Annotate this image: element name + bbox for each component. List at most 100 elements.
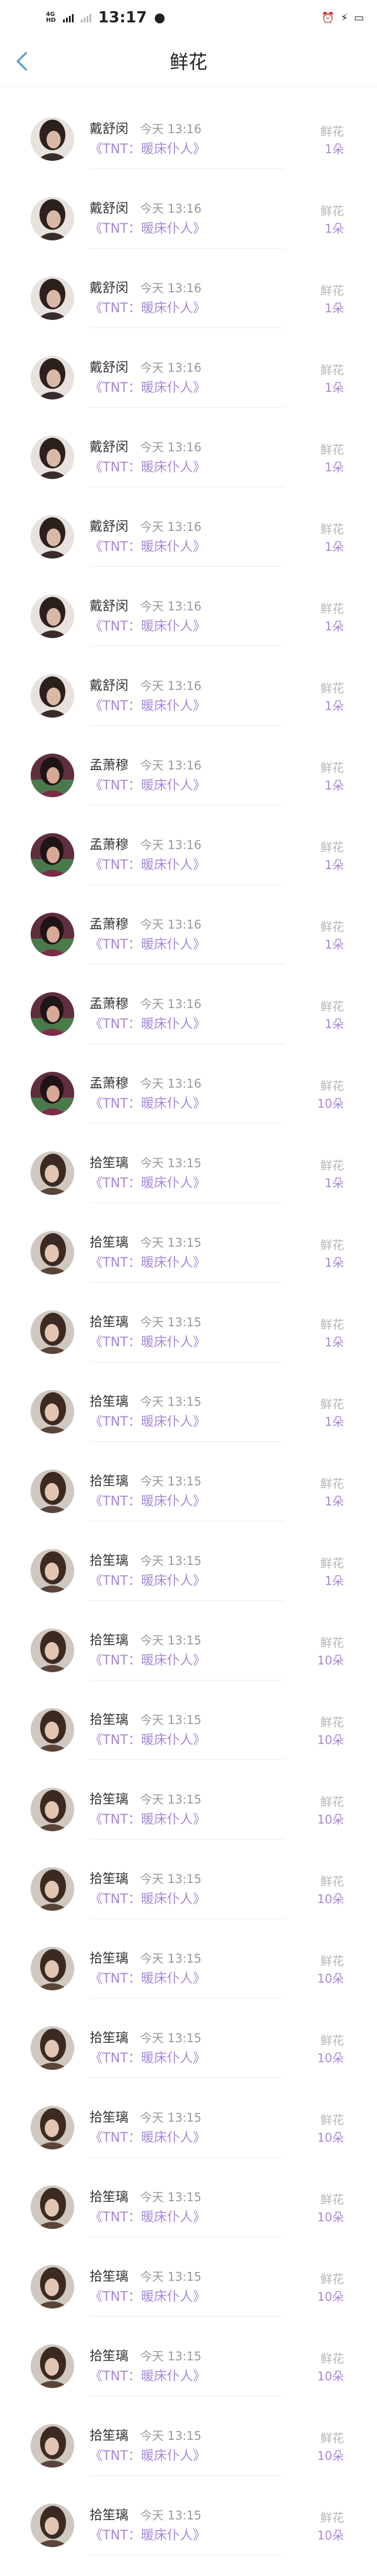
avatar[interactable]: [31, 1549, 74, 1593]
gift-record-row[interactable]: 拾笙璃 今天 13:15 《TNT：暖床仆人》 鲜花 10朵: [0, 2178, 377, 2258]
gift-count: 1朵: [325, 1494, 344, 1508]
gift-record-row[interactable]: 拾笙璃 今天 13:15 《TNT：暖床仆人》 鲜花 10朵: [0, 1940, 377, 2019]
work-title[interactable]: 《TNT：暖床仆人》: [90, 457, 206, 475]
work-title[interactable]: 《TNT：暖床仆人》: [90, 1809, 206, 1828]
work-title[interactable]: 《TNT：暖床仆人》: [90, 1729, 206, 1748]
gift-record-row[interactable]: 孟萧穆 今天 13:16 《TNT：暖床仆人》 鲜花 10朵: [0, 1065, 377, 1144]
gift-record-row[interactable]: 拾笙璃 今天 13:15 《TNT：暖床仆人》 鲜花 10朵: [0, 1701, 377, 1781]
work-title[interactable]: 《TNT：暖床仆人》: [90, 2525, 206, 2544]
work-title[interactable]: 《TNT：暖床仆人》: [90, 1570, 206, 1589]
avatar[interactable]: [31, 2344, 74, 2388]
work-title[interactable]: 《TNT：暖床仆人》: [90, 298, 206, 316]
work-title[interactable]: 《TNT：暖床仆人》: [90, 1968, 206, 1987]
work-title[interactable]: 《TNT：暖床仆人》: [90, 2366, 206, 2385]
work-title[interactable]: 《TNT：暖床仆人》: [90, 1411, 206, 1430]
avatar[interactable]: [31, 276, 74, 320]
work-title[interactable]: 《TNT：暖床仆人》: [90, 775, 206, 794]
avatar[interactable]: [31, 2504, 74, 2547]
sender-name: 拾笙璃: [90, 2429, 129, 2443]
gift-record-row[interactable]: 拾笙璃 今天 13:15 《TNT：暖床仆人》 鲜花 10朵: [0, 2417, 377, 2496]
work-title[interactable]: 《TNT：暖床仆人》: [90, 695, 206, 714]
avatar[interactable]: [31, 1151, 74, 1195]
avatar[interactable]: [31, 2265, 74, 2309]
avatar[interactable]: [31, 2185, 74, 2229]
avatar[interactable]: [31, 754, 74, 797]
gift-record-row[interactable]: 拾笙璃 今天 13:15 《TNT：暖床仆人》 鲜花 10朵: [0, 1781, 377, 1860]
work-title[interactable]: 《TNT：暖床仆人》: [90, 1888, 206, 1907]
work-title[interactable]: 《TNT：暖床仆人》: [90, 138, 206, 157]
work-title[interactable]: 《TNT：暖床仆人》: [90, 1650, 206, 1669]
work-title[interactable]: 《TNT：暖床仆人》: [90, 2207, 206, 2225]
gift-record-row[interactable]: 戴舒闵 今天 13:16 《TNT：暖床仆人》 鲜花 1朵: [0, 269, 377, 349]
work-title[interactable]: 《TNT：暖床仆人》: [90, 2127, 206, 2146]
work-title[interactable]: 《TNT：暖床仆人》: [90, 377, 206, 396]
avatar[interactable]: [31, 833, 74, 877]
gift-record-row[interactable]: 戴舒闵 今天 13:16 《TNT：暖床仆人》 鲜花 1朵: [0, 508, 377, 587]
gift-record-row[interactable]: 拾笙璃 今天 13:15 《TNT：暖床仆人》 鲜花 10朵: [0, 2496, 377, 2576]
gift-record-row[interactable]: 戴舒闵 今天 13:16 《TNT：暖床仆人》 鲜花 1朵: [0, 428, 377, 508]
gift-record-row[interactable]: 拾笙璃 今天 13:15 《TNT：暖床仆人》 鲜花 1朵: [0, 1462, 377, 1542]
avatar[interactable]: [31, 595, 74, 638]
work-title[interactable]: 《TNT：暖床仆人》: [90, 2445, 206, 2464]
avatar[interactable]: [31, 2424, 74, 2468]
sender-name: 拾笙璃: [90, 1474, 129, 1489]
avatar[interactable]: [31, 1788, 74, 1831]
gift-record-row[interactable]: 拾笙璃 今天 13:15 《TNT：暖床仆人》 鲜花 10朵: [0, 2019, 377, 2099]
gift-record-row[interactable]: 拾笙璃 今天 13:15 《TNT：暖床仆人》 鲜花 1朵: [0, 1144, 377, 1224]
gift-record-row[interactable]: 孟萧穆 今天 13:16 《TNT：暖床仆人》 鲜花 1朵: [0, 747, 377, 826]
avatar[interactable]: [31, 435, 74, 479]
gift-record-row[interactable]: 拾笙璃 今天 13:15 《TNT：暖床仆人》 鲜花 10朵: [0, 2099, 377, 2178]
gift-record-row[interactable]: 孟萧穆 今天 13:16 《TNT：暖床仆人》 鲜花 1朵: [0, 826, 377, 906]
gift-record-row[interactable]: 戴舒闵 今天 13:16 《TNT：暖床仆人》 鲜花 1朵: [0, 667, 377, 747]
gift-record-row[interactable]: 拾笙璃 今天 13:15 《TNT：暖床仆人》 鲜花 1朵: [0, 1303, 377, 1383]
work-title[interactable]: 《TNT：暖床仆人》: [90, 854, 206, 873]
gift-record-row[interactable]: 戴舒闵 今天 13:16 《TNT：暖床仆人》 鲜花 1朵: [0, 587, 377, 667]
avatar[interactable]: [31, 1072, 74, 1115]
back-chevron-icon[interactable]: [13, 51, 32, 72]
work-title[interactable]: 《TNT：暖床仆人》: [90, 2286, 206, 2305]
gift-record-row[interactable]: 拾笙璃 今天 13:15 《TNT：暖床仆人》 鲜花 1朵: [0, 1542, 377, 1621]
gift-record-row[interactable]: 拾笙璃 今天 13:15 《TNT：暖床仆人》 鲜花 1朵: [0, 1383, 377, 1462]
work-title[interactable]: 《TNT：暖床仆人》: [90, 1252, 206, 1271]
avatar[interactable]: [31, 117, 74, 161]
send-time: 今天 13:16: [140, 122, 201, 136]
avatar[interactable]: [31, 356, 74, 399]
gift-record-row[interactable]: 拾笙璃 今天 13:15 《TNT：暖床仆人》 鲜花 10朵: [0, 2337, 377, 2417]
gift-record-row[interactable]: 戴舒闵 今天 13:16 《TNT：暖床仆人》 鲜花 1朵: [0, 190, 377, 269]
avatar[interactable]: [31, 1629, 74, 1672]
gift-record-row[interactable]: 拾笙璃 今天 13:15 《TNT：暖床仆人》 鲜花 10朵: [0, 1860, 377, 1940]
avatar[interactable]: [31, 1867, 74, 1911]
work-title[interactable]: 《TNT：暖床仆人》: [90, 1013, 206, 1032]
avatar[interactable]: [31, 992, 74, 1036]
gift-record-row[interactable]: 孟萧穆 今天 13:16 《TNT：暖床仆人》 鲜花 1朵: [0, 985, 377, 1065]
avatar[interactable]: [31, 1310, 74, 1354]
work-title[interactable]: 《TNT：暖床仆人》: [90, 1173, 206, 1191]
work-title[interactable]: 《TNT：暖床仆人》: [90, 1093, 206, 1112]
avatar[interactable]: [31, 515, 74, 559]
avatar[interactable]: [31, 1708, 74, 1752]
avatar[interactable]: [31, 674, 74, 718]
avatar[interactable]: [31, 913, 74, 956]
work-title[interactable]: 《TNT：暖床仆人》: [90, 2047, 206, 2066]
work-title[interactable]: 《TNT：暖床仆人》: [90, 536, 206, 555]
gift-record-row[interactable]: 孟萧穆 今天 13:16 《TNT：暖床仆人》 鲜花 1朵: [0, 906, 377, 985]
work-title[interactable]: 《TNT：暖床仆人》: [90, 1491, 206, 1510]
avatar[interactable]: [31, 1390, 74, 1434]
avatar[interactable]: [31, 197, 74, 240]
work-title[interactable]: 《TNT：暖床仆人》: [90, 218, 206, 237]
work-title[interactable]: 《TNT：暖床仆人》: [90, 616, 206, 635]
gift-record-row[interactable]: 拾笙璃 今天 13:15 《TNT：暖床仆人》 鲜花 1朵: [0, 1224, 377, 1303]
avatar[interactable]: [31, 2106, 74, 2149]
avatar[interactable]: [31, 1469, 74, 1513]
gift-record-row[interactable]: 拾笙璃 今天 13:15 《TNT：暖床仆人》 鲜花 10朵: [0, 1621, 377, 1701]
avatar[interactable]: [31, 1947, 74, 1990]
gift-record-row[interactable]: 戴舒闵 今天 13:16 《TNT：暖床仆人》 鲜花 1朵: [0, 110, 377, 190]
gift-type: 鲜花: [320, 1874, 344, 1888]
avatar[interactable]: [31, 1231, 74, 1274]
gift-type: 鲜花: [320, 1397, 344, 1411]
work-title[interactable]: 《TNT：暖床仆人》: [90, 1332, 206, 1350]
gift-record-row[interactable]: 戴舒闵 今天 13:16 《TNT：暖床仆人》 鲜花 1朵: [0, 349, 377, 428]
work-title[interactable]: 《TNT：暖床仆人》: [90, 934, 206, 953]
avatar[interactable]: [31, 2026, 74, 2070]
gift-record-row[interactable]: 拾笙璃 今天 13:15 《TNT：暖床仆人》 鲜花 10朵: [0, 2258, 377, 2337]
